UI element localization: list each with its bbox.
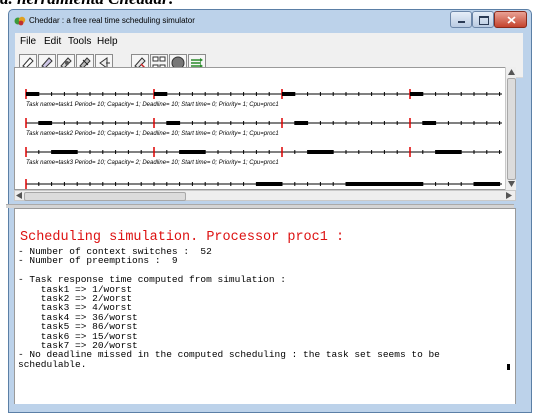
execution-bar bbox=[166, 121, 180, 125]
close-icon bbox=[507, 16, 516, 24]
scroll-up-icon bbox=[508, 69, 515, 75]
minimize-icon bbox=[458, 21, 465, 23]
menu-bar: File Edit Tools Help bbox=[15, 33, 523, 51]
maximize-icon bbox=[479, 16, 489, 25]
menu-tools[interactable]: Tools bbox=[68, 36, 91, 47]
task-label: Task name=task2 Period= 10; Capacity= 1;… bbox=[26, 131, 279, 137]
scroll-left-icon bbox=[16, 192, 22, 199]
execution-bar bbox=[282, 92, 295, 96]
timeline-horizontal-scrollbar[interactable] bbox=[14, 190, 516, 201]
menu-help[interactable]: Help bbox=[97, 36, 118, 47]
title-bar[interactable]: Cheddar : a free real time scheduling si… bbox=[9, 10, 531, 33]
scroll-down-icon bbox=[508, 181, 515, 187]
execution-bar bbox=[422, 121, 436, 125]
maximize-button[interactable] bbox=[472, 11, 494, 28]
window-title: Cheddar : a free real time scheduling si… bbox=[29, 16, 195, 25]
output-line: - Number of preemptions : 9 bbox=[18, 255, 178, 267]
execution-bar bbox=[154, 92, 167, 96]
execution-bar bbox=[51, 150, 78, 154]
execution-bar bbox=[474, 182, 500, 186]
task-label: Task name=task3 Period= 10; Capacity= 2;… bbox=[26, 160, 279, 166]
menu-file[interactable]: File bbox=[20, 36, 36, 47]
horizontal-scroll-thumb[interactable] bbox=[24, 192, 186, 201]
simulation-title: Scheduling simulation. Processor proc1 : bbox=[20, 230, 345, 245]
vertical-scroll-thumb[interactable] bbox=[507, 78, 516, 180]
execution-bar bbox=[294, 121, 308, 125]
gantt-chart: Task name=task1 Period= 10; Capacity= 1;… bbox=[25, 89, 502, 189]
output-line: schedulable. bbox=[18, 358, 87, 370]
execution-bar bbox=[346, 182, 423, 186]
execution-bar bbox=[256, 182, 282, 186]
task-label: Task name=task1 Period= 10; Capacity= 1;… bbox=[26, 102, 279, 108]
execution-bar bbox=[179, 150, 206, 154]
execution-bar bbox=[307, 150, 334, 154]
minimize-button[interactable] bbox=[450, 11, 472, 28]
simulation-output[interactable]: Scheduling simulation. Processor proc1 :… bbox=[14, 208, 516, 404]
execution-bar bbox=[410, 92, 423, 96]
close-button[interactable] bbox=[494, 11, 527, 28]
timeline-vertical-scrollbar[interactable] bbox=[505, 67, 516, 190]
menu-edit[interactable]: Edit bbox=[44, 36, 61, 47]
execution-bar bbox=[26, 92, 39, 96]
text-cursor bbox=[507, 364, 510, 370]
cheddar-app-icon bbox=[14, 16, 26, 26]
execution-bar bbox=[38, 121, 52, 125]
execution-bar bbox=[435, 150, 462, 154]
output-lines: - Number of context switches : 52- Numbe… bbox=[18, 247, 440, 370]
scroll-right-icon bbox=[506, 192, 512, 199]
document-heading: a. herramienta Cheddar: bbox=[0, 0, 174, 8]
schedule-timeline[interactable]: Task name=task1 Period= 10; Capacity= 1;… bbox=[14, 67, 516, 190]
